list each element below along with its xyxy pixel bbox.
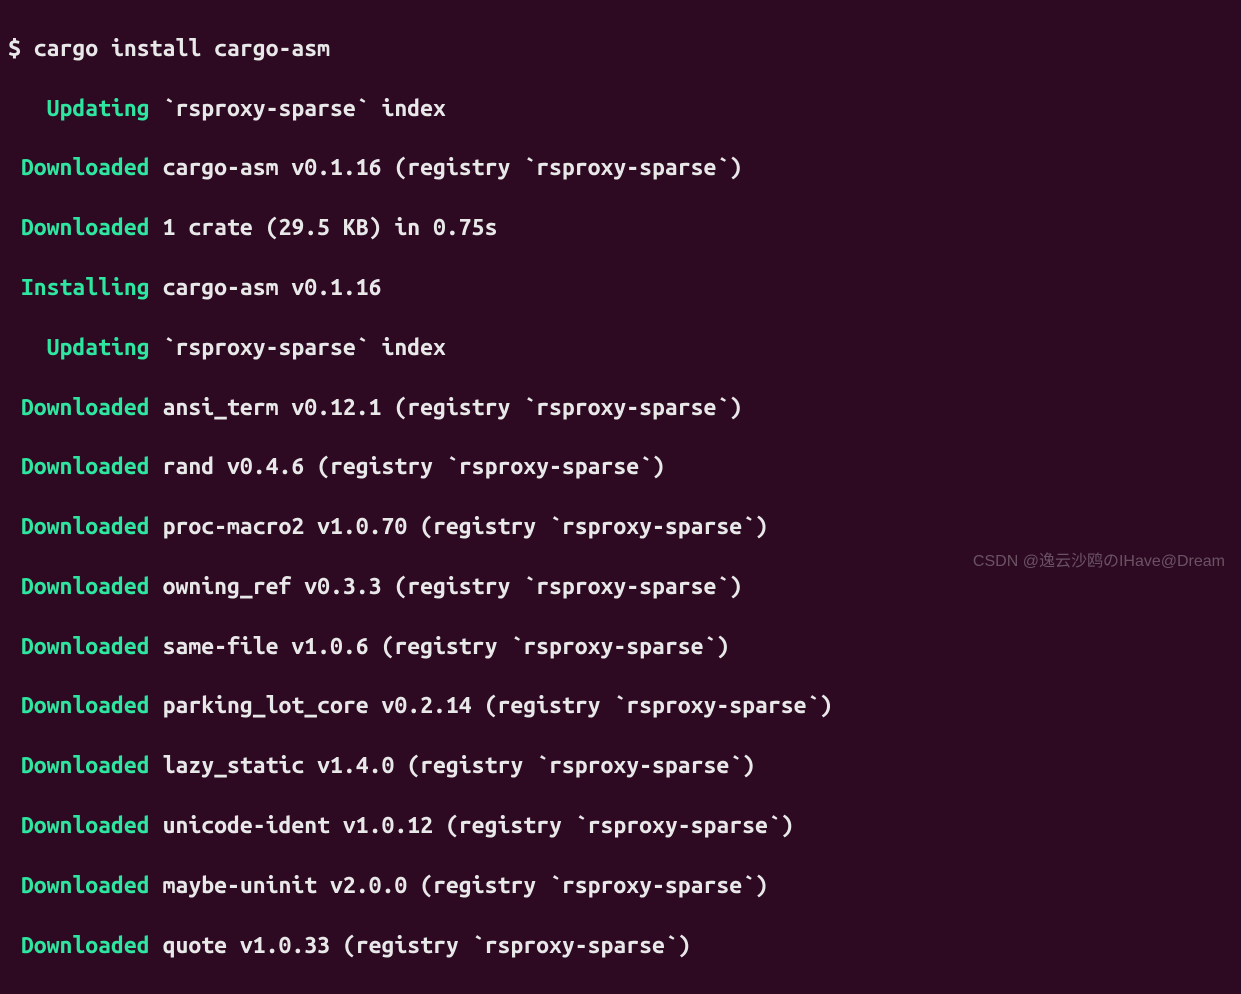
status-label: Downloaded (21, 753, 150, 778)
status-label: Downloaded (21, 634, 150, 659)
output-line: Downloaded rand v0.4.6 (registry `rsprox… (8, 452, 1233, 482)
status-label: Downloaded (21, 514, 150, 539)
status-text: parking_lot_core v0.2.14 (registry `rspr… (163, 693, 833, 718)
status-label: Downloaded (21, 933, 150, 958)
output-line: Downloaded quote v1.0.33 (registry `rspr… (8, 931, 1233, 961)
status-text: cargo-asm v0.1.16 (163, 275, 382, 300)
status-text: same-file v1.0.6 (registry `rsproxy-spar… (163, 634, 730, 659)
status-text: cargo-asm v0.1.16 (registry `rsproxy-spa… (163, 155, 743, 180)
status-text: quote v1.0.33 (registry `rsproxy-sparse`… (163, 933, 691, 958)
command-line[interactable]: $ cargo install cargo-asm (8, 34, 1233, 64)
watermark-text: CSDN @逸云沙鸥のIHave@Dream (973, 552, 1225, 573)
output-line: Downloaded maybe-uninit v2.0.0 (registry… (8, 871, 1233, 901)
status-label: Installing (21, 275, 150, 300)
output-line: Downloaded lazy_static v1.4.0 (registry … (8, 751, 1233, 781)
status-label: Downloaded (21, 454, 150, 479)
status-text: ansi_term v0.12.1 (registry `rsproxy-spa… (163, 395, 743, 420)
prompt: $ (8, 36, 34, 61)
output-line: Downloaded proc-macro2 v1.0.70 (registry… (8, 512, 1233, 542)
status-label: Downloaded (21, 215, 150, 240)
status-label: Downloaded (21, 693, 150, 718)
status-text: `rsproxy-sparse` index (163, 335, 446, 360)
output-line: Downloaded parking_lot_core v0.2.14 (reg… (8, 691, 1233, 721)
status-text: proc-macro2 v1.0.70 (registry `rsproxy-s… (163, 514, 768, 539)
status-label: Downloaded (21, 155, 150, 180)
status-label: Downloaded (21, 395, 150, 420)
status-label: Updating (47, 335, 150, 360)
output-line: Installing cargo-asm v0.1.16 (8, 273, 1233, 303)
status-text: 1 crate (29.5 KB) in 0.75s (163, 215, 498, 240)
output-line: Downloaded 1 crate (29.5 KB) in 0.75s (8, 213, 1233, 243)
output-line: Downloaded cargo-asm v0.1.16 (registry `… (8, 153, 1233, 183)
output-line: Updating `rsproxy-sparse` index (8, 333, 1233, 363)
status-text: lazy_static v1.4.0 (registry `rsproxy-sp… (163, 753, 755, 778)
command-text: cargo install cargo-asm (34, 36, 330, 61)
output-line: Updating `rsproxy-sparse` index (8, 94, 1233, 124)
status-label: Downloaded (21, 813, 150, 838)
output-line: Downloaded same-file v1.0.6 (registry `r… (8, 632, 1233, 662)
output-line: Downloaded unicode-ident v1.0.12 (regist… (8, 811, 1233, 841)
status-label: Updating (47, 96, 150, 121)
status-text: unicode-ident v1.0.12 (registry `rsproxy… (163, 813, 794, 838)
status-text: `rsproxy-sparse` index (163, 96, 446, 121)
status-text: rand v0.4.6 (registry `rsproxy-sparse`) (163, 454, 665, 479)
terminal-output: $ cargo install cargo-asm Updating `rspr… (0, 0, 1241, 994)
status-text: owning_ref v0.3.3 (registry `rsproxy-spa… (163, 574, 743, 599)
status-label: Downloaded (21, 574, 150, 599)
output-line: Downloaded ansi_term v0.12.1 (registry `… (8, 393, 1233, 423)
status-label: Downloaded (21, 873, 150, 898)
output-line: Downloaded owning_ref v0.3.3 (registry `… (8, 572, 1233, 602)
status-text: maybe-uninit v2.0.0 (registry `rsproxy-s… (163, 873, 768, 898)
